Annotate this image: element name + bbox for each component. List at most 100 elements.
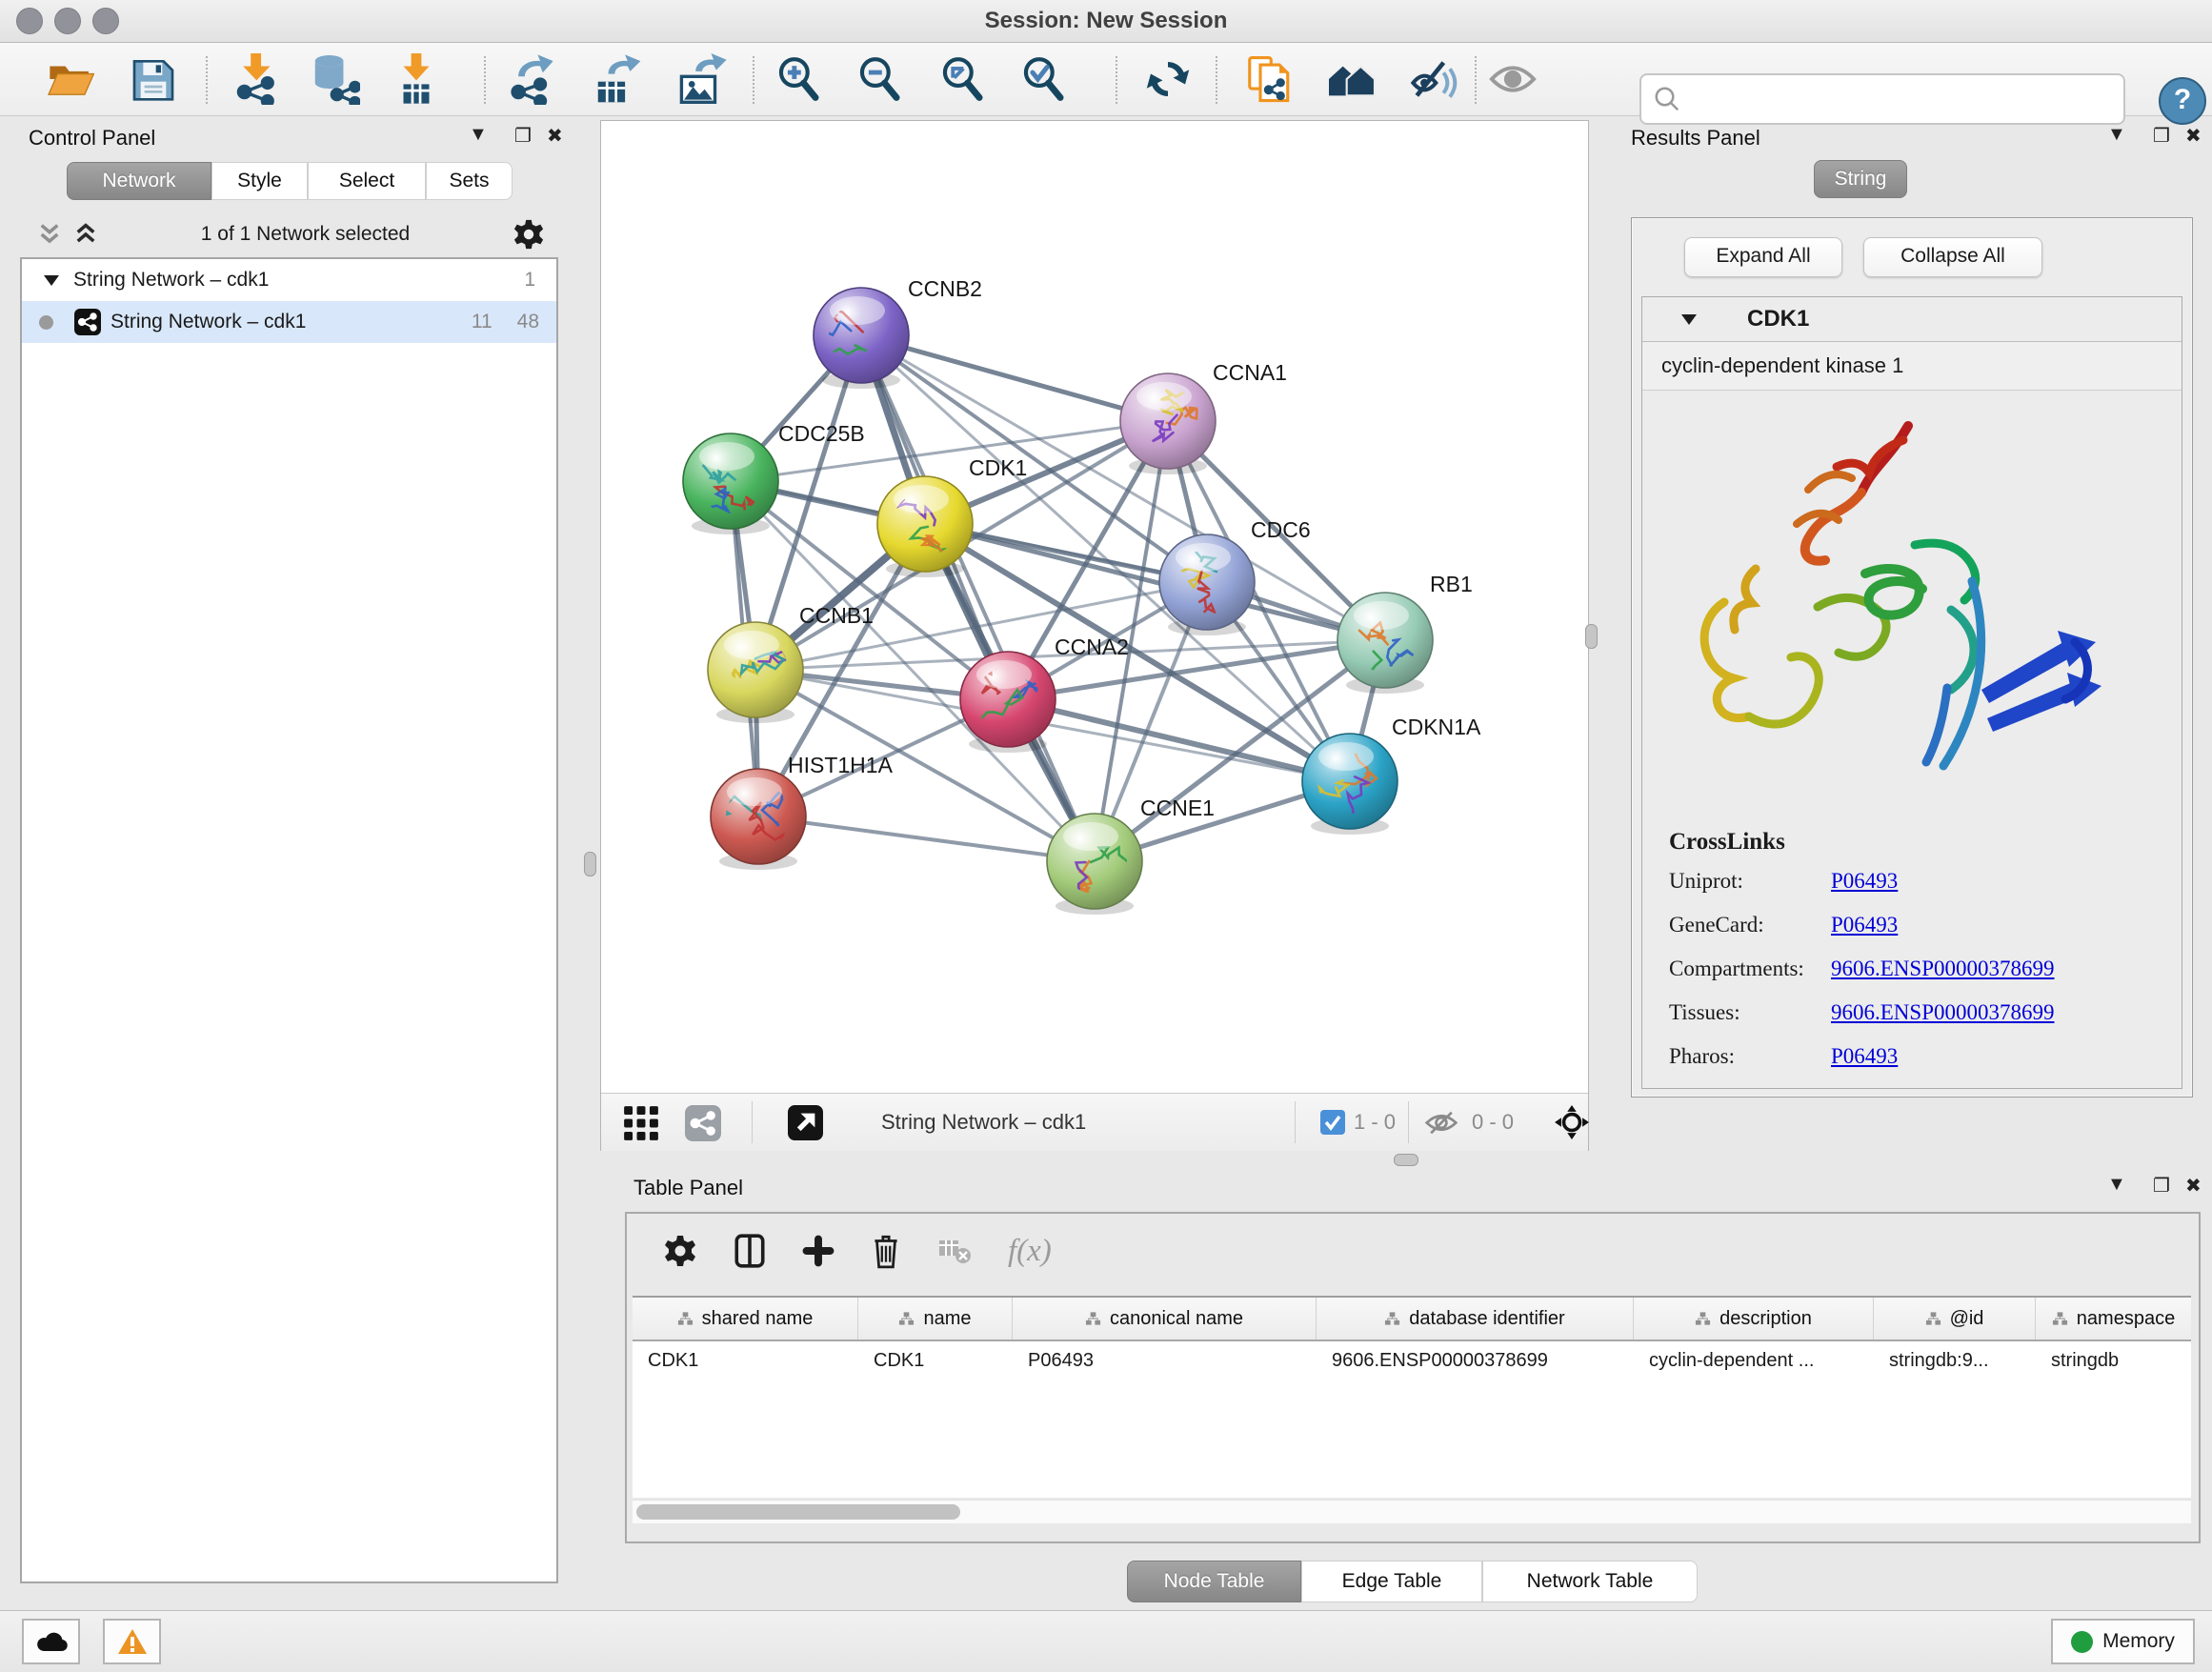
network-edge[interactable] xyxy=(758,816,1095,861)
node-table: shared name name canonical name database… xyxy=(633,1296,2191,1498)
network-collection-row[interactable]: String Network – cdk1 1 xyxy=(22,259,556,301)
column-header[interactable]: @id xyxy=(1874,1298,2036,1340)
column-header[interactable]: name xyxy=(858,1298,1013,1340)
add-column-icon[interactable] xyxy=(802,1235,835,1267)
column-header[interactable]: shared name xyxy=(633,1298,858,1340)
collapse-all-icon[interactable] xyxy=(37,222,62,247)
expand-all-icon[interactable] xyxy=(73,222,98,247)
minimize-window-button[interactable] xyxy=(54,8,81,34)
control-panel-close-button[interactable]: ✖ xyxy=(547,124,563,148)
zoom-fit-button[interactable] xyxy=(935,52,989,106)
column-settings-icon[interactable] xyxy=(734,1233,766,1269)
expand-all-button[interactable]: Expand All xyxy=(1684,237,1842,277)
open-in-window-icon[interactable] xyxy=(788,1105,823,1140)
delete-table-icon xyxy=(937,1237,972,1265)
zoom-out-button[interactable] xyxy=(853,52,906,106)
cloud-status-button[interactable] xyxy=(22,1619,80,1664)
selected-checkbox-icon[interactable] xyxy=(1320,1110,1345,1135)
hide-glasses-button[interactable] xyxy=(1408,52,1461,106)
table-panel-float-button[interactable]: ❐ xyxy=(2153,1174,2170,1198)
search-input[interactable] xyxy=(1689,88,2116,111)
zoom-out-icon xyxy=(855,55,903,103)
org-chart-icon xyxy=(1695,1311,1711,1326)
tab-select[interactable]: Select xyxy=(308,162,426,200)
export-table-button[interactable] xyxy=(591,52,644,106)
control-panel-float-button[interactable]: ❐ xyxy=(514,124,532,148)
maximize-window-button[interactable] xyxy=(92,8,119,34)
gene-name: CDK1 xyxy=(1747,306,1809,332)
network-canvas[interactable]: CCNB2CCNA1CDC25BCDK1CDC6RB1CCNB1CCNA2CDK… xyxy=(601,121,1588,1093)
vertical-splitter-handle[interactable] xyxy=(1585,624,1598,649)
save-session-button[interactable] xyxy=(127,52,180,106)
network-row[interactable]: String Network – cdk1 11 48 xyxy=(22,301,556,343)
import-network-from-database-button[interactable] xyxy=(308,52,361,106)
crosslink-link[interactable]: P06493 xyxy=(1831,1044,1898,1069)
export-network-button[interactable] xyxy=(506,52,559,106)
column-header[interactable]: database identifier xyxy=(1317,1298,1634,1340)
results-panel-float-button[interactable]: ❐ xyxy=(2153,124,2170,148)
refresh-button[interactable] xyxy=(1141,52,1195,106)
column-header[interactable]: namespace xyxy=(2036,1298,2191,1340)
scrollbar-thumb[interactable] xyxy=(636,1504,960,1520)
org-chart-icon xyxy=(1085,1311,1101,1326)
crosslink-link[interactable]: 9606.ENSP00000378699 xyxy=(1831,957,2055,981)
toolbar-separator xyxy=(484,56,486,104)
zoom-in-button[interactable] xyxy=(772,52,825,106)
network-edge[interactable] xyxy=(861,335,1095,861)
fx-equation-icon: f(x) xyxy=(1008,1234,1052,1269)
table-panel-title: Table Panel xyxy=(633,1176,743,1200)
network-options-gear-icon[interactable] xyxy=(513,218,545,251)
show-eye-button[interactable] xyxy=(1486,52,1539,106)
horizontal-splitter-handle[interactable] xyxy=(1394,1154,1418,1166)
tab-network-table[interactable]: Network Table xyxy=(1482,1561,1698,1602)
control-panel-menu-button[interactable]: ▼ xyxy=(469,124,488,146)
share-view-icon[interactable] xyxy=(685,1105,721,1141)
network-status-dot xyxy=(39,315,53,330)
birdseye-icon[interactable] xyxy=(623,1105,659,1141)
import-network-button[interactable] xyxy=(231,52,284,106)
gene-section-header[interactable]: CDK1 xyxy=(1642,297,2182,342)
import-table-button[interactable] xyxy=(390,52,443,106)
table-row[interactable]: CDK1 CDK1 P06493 9606.ENSP00000378699 cy… xyxy=(633,1341,2191,1383)
table-horizontal-scrollbar[interactable] xyxy=(633,1500,2191,1523)
tab-sets[interactable]: Sets xyxy=(426,162,513,200)
export-image-button[interactable] xyxy=(675,52,729,106)
gene-expander-icon[interactable] xyxy=(1680,312,1698,326)
tab-string[interactable]: String xyxy=(1814,160,1907,198)
crosshair-icon[interactable] xyxy=(1554,1104,1590,1140)
save-icon xyxy=(131,57,176,101)
table-panel-close-button[interactable]: ✖ xyxy=(2185,1174,2202,1198)
open-session-button[interactable] xyxy=(44,52,97,106)
vertical-splitter-handle[interactable] xyxy=(584,852,596,876)
search-icon xyxy=(1653,85,1681,113)
warning-status-button[interactable] xyxy=(103,1619,161,1664)
hidden-eye-icon[interactable] xyxy=(1424,1110,1458,1136)
crosslink-link[interactable]: P06493 xyxy=(1831,869,1898,894)
tab-node-table[interactable]: Node Table xyxy=(1127,1561,1301,1602)
memory-button[interactable]: Memory xyxy=(2051,1619,2195,1664)
string-import-button[interactable] xyxy=(1243,52,1297,106)
tab-edge-table[interactable]: Edge Table xyxy=(1301,1561,1482,1602)
crosslink-label: Pharos: xyxy=(1669,1044,1735,1069)
table-panel-menu-button[interactable]: ▼ xyxy=(2107,1174,2126,1196)
network-node-label: CCNA1 xyxy=(1213,360,1287,385)
delete-column-icon[interactable] xyxy=(871,1233,901,1269)
column-header[interactable]: description xyxy=(1634,1298,1874,1340)
network-view-title: String Network – cdk1 xyxy=(881,1094,1086,1151)
crosslink-link[interactable]: P06493 xyxy=(1831,913,1898,937)
zoom-selected-button[interactable] xyxy=(1016,52,1070,106)
network-selection-row: 1 of 1 Network selected xyxy=(20,215,558,253)
column-header[interactable]: canonical name xyxy=(1013,1298,1317,1340)
collapse-all-button[interactable]: Collapse All xyxy=(1863,237,2042,277)
results-panel-menu-button[interactable]: ▼ xyxy=(2107,124,2126,146)
zoom-fit-icon xyxy=(938,55,986,103)
collection-expander-icon[interactable] xyxy=(43,273,60,287)
close-window-button[interactable] xyxy=(16,8,43,34)
table-gear-icon[interactable] xyxy=(663,1234,697,1268)
tab-style[interactable]: Style xyxy=(211,162,308,200)
network-node-label: HIST1H1A xyxy=(788,753,894,777)
crosslink-link[interactable]: 9606.ENSP00000378699 xyxy=(1831,1000,2055,1025)
results-panel-close-button[interactable]: ✖ xyxy=(2185,124,2202,148)
session-homes-button[interactable] xyxy=(1325,52,1378,106)
tab-network[interactable]: Network xyxy=(67,162,211,200)
